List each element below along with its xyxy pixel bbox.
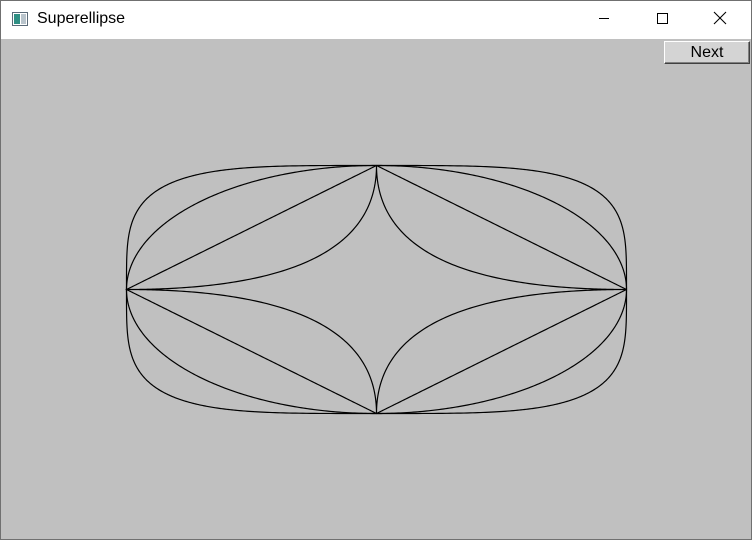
minimize-icon	[598, 11, 610, 29]
window-title: Superellipse	[37, 10, 126, 27]
app-window-icon	[12, 12, 28, 26]
maximize-button[interactable]	[633, 1, 691, 39]
minimize-button[interactable]	[575, 1, 633, 39]
superellipse-curve-n-0_5	[126, 165, 627, 414]
next-button[interactable]: Next	[664, 41, 750, 64]
superellipse-curve-n-4	[125, 164, 628, 415]
client-area: Next	[1, 39, 751, 539]
superellipse-canvas	[125, 164, 628, 415]
maximize-icon	[656, 11, 668, 29]
superellipse-curve-n-2	[125, 164, 628, 415]
title-bar[interactable]: Superellipse	[1, 1, 751, 39]
close-icon	[713, 11, 727, 30]
app-window: Superellipse Next	[0, 0, 752, 540]
superellipse-curve-n-1	[125, 164, 627, 415]
close-button[interactable]	[691, 1, 749, 39]
